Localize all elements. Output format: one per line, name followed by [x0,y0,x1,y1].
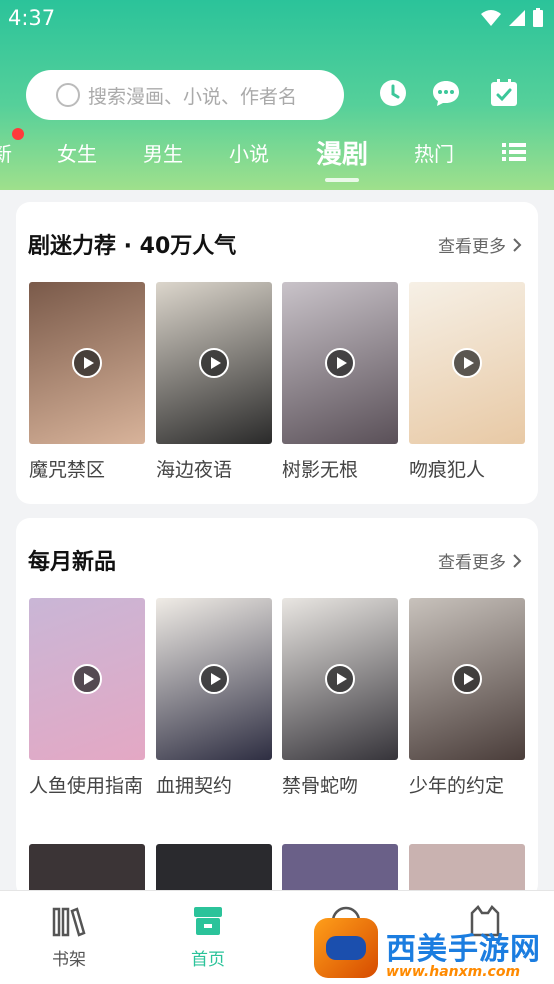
home-store-icon [194,907,222,935]
play-icon [199,664,229,694]
play-icon [72,348,102,378]
status-bar: 4:37 [0,0,554,40]
new-badge-dot [12,128,24,140]
comic-item[interactable]: 人鱼使用指南 [29,598,145,802]
comic-cover [29,282,145,444]
site-watermark-logo: 西美手游网 www.hanxm.com [314,916,554,982]
play-icon [325,348,355,378]
comic-item[interactable]: 禁骨蛇吻 [282,598,398,802]
tab-male[interactable]: 男生 [143,138,183,167]
play-icon [325,664,355,694]
status-icons [480,8,544,28]
comic-title: 魔咒禁区 [29,459,106,481]
comic-cover [409,282,525,444]
comic-title: 人鱼使用指南 [29,775,144,797]
search-bar[interactable]: 搜索漫画、小说、作者名 [26,70,344,120]
play-icon [452,664,482,694]
chevron-right-icon [513,237,522,252]
tab-menu-icon[interactable] [502,142,526,162]
header: 4:37 搜索漫画、小说、作者名 新 女生 男生 小说 漫剧 热门 [0,0,554,190]
comic-title: 树影无根 [282,459,359,481]
see-more-label: 查看更多 [438,237,506,257]
comic-item[interactable]: 海边夜语 [156,282,272,486]
section-recommended: 剧迷力荐 · 40万人气 查看更多 魔咒禁区 海边夜语 树影无根 吻痕犯人 [16,202,538,504]
nav-home[interactable]: 首页 [168,905,248,970]
comic-cover [282,282,398,444]
play-icon [452,348,482,378]
comic-title: 海边夜语 [156,459,233,481]
watermark-text: 西美手游网 [386,932,541,967]
message-icon[interactable] [431,78,461,108]
tab-active-indicator [325,178,359,182]
see-more-link[interactable]: 查看更多 [438,548,522,573]
tab-short-drama[interactable]: 漫剧 [316,134,368,171]
play-icon [199,348,229,378]
history-clock-icon[interactable] [378,78,408,108]
section-title: 剧迷力荐 · 40万人气 [28,234,237,259]
gamepad-logo-icon [314,918,378,978]
comic-cover [409,598,525,760]
search-icon [56,83,80,107]
tab-new[interactable]: 新 [0,138,12,167]
status-time: 4:37 [8,6,56,30]
nav-label: 书架 [52,950,86,970]
play-icon [72,664,102,694]
tab-female[interactable]: 女生 [57,138,97,167]
comic-list: 魔咒禁区 海边夜语 树影无根 吻痕犯人 [29,282,529,512]
bookshelf-icon [52,907,86,937]
signal-icon [509,10,525,26]
comic-title: 少年的约定 [409,775,505,797]
see-more-label: 查看更多 [438,553,506,573]
comic-item[interactable]: 少年的约定 [409,598,525,802]
category-tabs: 新 女生 男生 小说 漫剧 热门 [0,130,554,182]
comic-title: 血拥契约 [156,775,233,797]
comic-title: 禁骨蛇吻 [282,775,359,797]
comic-item[interactable]: 血拥契约 [156,598,272,802]
comic-item[interactable]: 吻痕犯人 [409,282,525,486]
battery-icon [533,8,543,27]
comic-list: 人鱼使用指南 血拥契约 禁骨蛇吻 少年的约定 [29,598,529,828]
section-title: 每月新品 [28,550,117,575]
chevron-right-icon [513,553,522,568]
comic-item[interactable]: 树影无根 [282,282,398,486]
comic-cover [29,598,145,760]
search-placeholder: 搜索漫画、小说、作者名 [88,85,298,108]
comic-cover [156,598,272,760]
nav-bookshelf[interactable]: 书架 [29,905,109,970]
tab-novel[interactable]: 小说 [229,138,269,167]
comic-cover [282,598,398,760]
watermark-url: www.hanxm.com [386,964,521,980]
comic-cover [156,282,272,444]
comic-title: 吻痕犯人 [409,459,486,481]
nav-label: 首页 [191,950,225,970]
tab-hot[interactable]: 热门 [414,138,454,167]
checkin-icon[interactable] [489,78,519,108]
wifi-icon [481,10,501,26]
section-monthly-new: 每月新品 查看更多 人鱼使用指南 血拥契约 禁骨蛇吻 少年的约定 [16,518,538,898]
comic-item[interactable]: 魔咒禁区 [29,282,145,486]
see-more-link[interactable]: 查看更多 [438,232,522,257]
